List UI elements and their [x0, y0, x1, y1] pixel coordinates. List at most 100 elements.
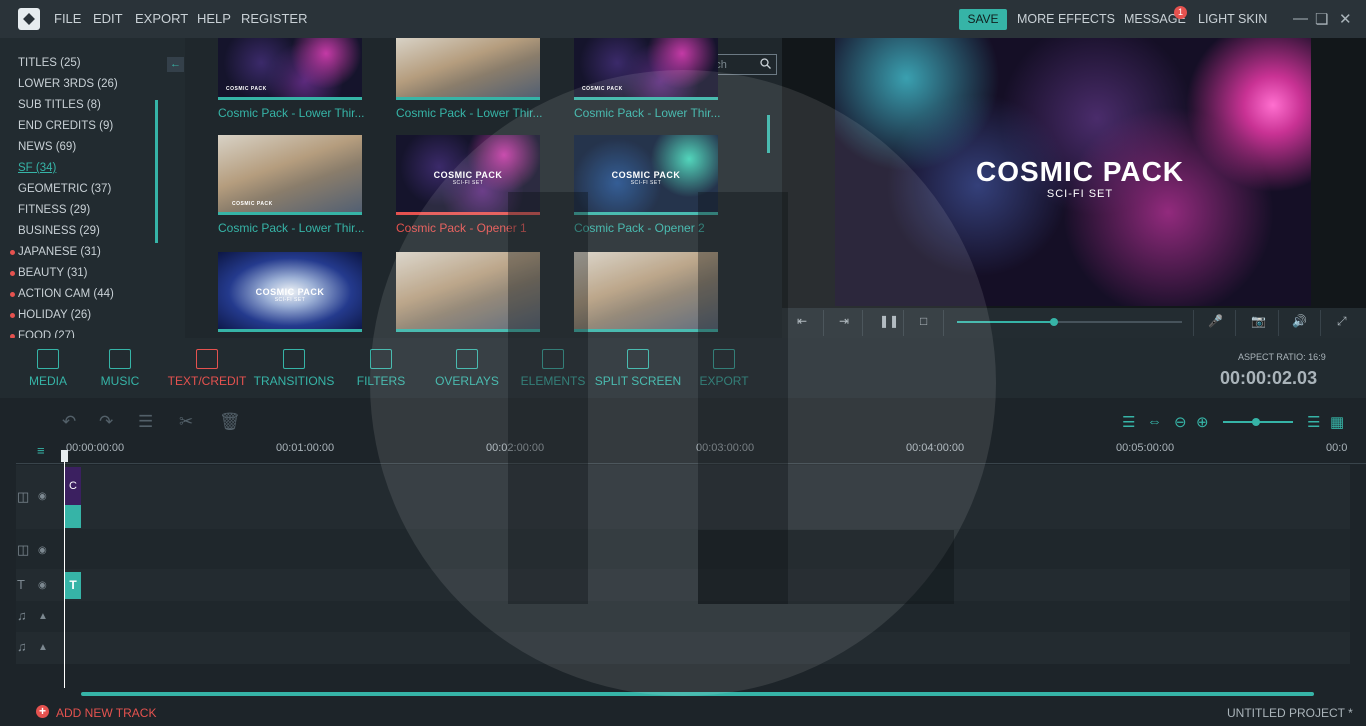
category-item[interactable]: END CREDITS (9) — [18, 120, 113, 132]
tool-export[interactable]: EXPORT — [674, 374, 774, 388]
template-thumbnail[interactable]: COSMIC PACK SCI-FI SET — [574, 135, 718, 215]
template-title[interactable]: Cosmic Pack - Opener 1 — [396, 221, 527, 235]
light-skin-link[interactable]: LIGHT SKIN — [1198, 12, 1267, 26]
menu-register[interactable]: REGISTER — [241, 11, 307, 26]
template-title[interactable]: Cosmic Pack - Lower Thir... — [574, 106, 720, 120]
text-clip[interactable]: T — [65, 572, 81, 599]
music-note-icon[interactable] — [109, 349, 131, 369]
cut-icon[interactable]: ✂ — [179, 412, 193, 432]
transitions-icon[interactable] — [283, 349, 305, 369]
menu-file[interactable]: FILE — [54, 11, 81, 26]
audio-track-2[interactable] — [16, 632, 1350, 664]
video-track[interactable] — [16, 465, 1350, 529]
zoom-handle[interactable] — [1252, 418, 1260, 426]
tool-transitions[interactable]: TRANSITIONS — [244, 374, 344, 388]
category-item[interactable]: SF (34) — [18, 162, 56, 174]
template-thumbnail[interactable]: COSMIC PACK — [574, 38, 718, 100]
collapse-panel-button[interactable]: ← — [167, 57, 184, 72]
delete-icon[interactable]: 🗑 — [219, 412, 241, 432]
stop-icon[interactable]: □ — [920, 314, 927, 328]
timeline-scrollbar[interactable] — [81, 692, 1314, 696]
folder-icon[interactable] — [37, 349, 59, 369]
category-item[interactable]: JAPANESE (31) — [10, 246, 101, 258]
text-track[interactable] — [16, 569, 1350, 601]
audio-mixer-icon[interactable]: ☰ — [1122, 413, 1135, 431]
category-item[interactable]: GEOMETRIC (37) — [18, 183, 111, 195]
menu-help[interactable]: HELP — [197, 11, 231, 26]
divider — [943, 310, 944, 336]
menu-export[interactable]: EXPORT — [135, 11, 188, 26]
template-title[interactable]: Cosmic Pack - Lower Thir... — [396, 106, 542, 120]
add-icon[interactable]: + — [36, 705, 49, 718]
zoom-in-icon[interactable]: ⊕ — [1196, 413, 1209, 431]
category-scrollbar[interactable] — [155, 100, 158, 243]
speaker-icon[interactable]: ▲ — [38, 642, 48, 653]
adjust-icon[interactable]: ☰ — [138, 412, 153, 432]
speaker-icon[interactable]: ▲ — [38, 611, 48, 622]
menu-edit[interactable]: EDIT — [93, 11, 123, 26]
skip-back-icon[interactable]: ⇤ — [797, 314, 807, 328]
close-icon[interactable]: ✕ — [1339, 10, 1352, 28]
storyboard-icon[interactable]: ▦ — [1330, 413, 1344, 431]
category-item[interactable]: SUB TITLES (8) — [18, 99, 101, 111]
playback-handle[interactable] — [1049, 318, 1058, 326]
template-thumbnail[interactable] — [396, 252, 540, 332]
template-thumbnail[interactable]: COSMIC PACK — [218, 38, 362, 100]
add-new-track-button[interactable]: ADD NEW TRACK — [56, 706, 156, 720]
zoom-out-icon[interactable]: ⊖ — [1174, 413, 1187, 431]
eye-icon[interactable]: ◉ — [38, 580, 47, 591]
template-thumbnail[interactable]: COSMIC PACK — [218, 135, 362, 215]
step-back-icon[interactable]: ⇥ — [839, 314, 849, 328]
template-thumbnail[interactable]: COSMIC PACK SCI-FI SET — [218, 252, 362, 332]
more-effects-link[interactable]: MORE EFFECTS — [1017, 12, 1115, 26]
category-item[interactable]: LOWER 3RDS (26) — [18, 78, 118, 90]
tool-music[interactable]: MUSIC — [70, 374, 170, 388]
eye-icon[interactable]: ◉ — [38, 545, 47, 556]
undo-icon[interactable]: ↶ — [62, 412, 76, 432]
category-item[interactable]: BUSINESS (29) — [18, 225, 100, 237]
microphone-icon[interactable]: 🎤 — [1208, 314, 1223, 328]
overlays-icon[interactable] — [456, 349, 478, 369]
fit-timeline-icon[interactable]: ⇔ — [1147, 413, 1162, 430]
category-label: FITNESS (29) — [18, 204, 91, 216]
eye-icon[interactable]: ◉ — [38, 491, 47, 502]
category-item[interactable]: HOLIDAY (26) — [10, 309, 91, 321]
maximize-icon[interactable]: ❏ — [1315, 10, 1328, 28]
category-label: TITLES (25) — [18, 57, 81, 69]
tool-text-credit[interactable]: TEXT/CREDIT — [157, 374, 257, 388]
list-view-icon[interactable]: ☰ — [1307, 413, 1320, 431]
audio-track-1[interactable] — [16, 601, 1350, 632]
tool-overlays[interactable]: OVERLAYS — [417, 374, 517, 388]
template-thumbnail[interactable] — [396, 38, 540, 100]
volume-icon[interactable]: 🔊 — [1292, 314, 1307, 328]
text-track-icon: T — [17, 577, 25, 592]
filters-icon[interactable] — [370, 349, 392, 369]
save-button[interactable]: SAVE — [959, 9, 1007, 30]
search-icon[interactable] — [760, 58, 771, 69]
snapshot-icon[interactable]: 📷 — [1251, 314, 1266, 328]
snap-icon[interactable]: ≡ — [37, 443, 45, 458]
template-title[interactable]: Cosmic Pack - Opener 2 — [574, 221, 705, 235]
pause-icon[interactable]: ❚❚ — [879, 314, 899, 328]
template-thumbnail[interactable] — [574, 252, 718, 332]
text-icon[interactable] — [196, 349, 218, 369]
export-icon[interactable] — [713, 349, 735, 369]
minimize-icon[interactable]: — — [1293, 10, 1308, 27]
split-screen-icon[interactable] — [627, 349, 649, 369]
category-item[interactable]: TITLES (25) — [18, 57, 81, 69]
tool-split-screen[interactable]: SPLIT SCREEN — [588, 374, 688, 388]
template-thumbnail[interactable]: COSMIC PACK SCI-FI SET — [396, 135, 540, 215]
category-item[interactable]: NEWS (69) — [18, 141, 76, 153]
category-item[interactable]: FITNESS (29) — [18, 204, 90, 216]
tool-filters[interactable]: FILTERS — [331, 374, 431, 388]
category-item[interactable]: BEAUTY (31) — [10, 267, 87, 279]
fullscreen-icon[interactable]: ⤢ — [1337, 314, 1347, 329]
template-title[interactable]: Cosmic Pack - Lower Thir... — [218, 221, 364, 235]
image-icon[interactable] — [542, 349, 564, 369]
redo-icon[interactable]: ↷ — [99, 412, 113, 432]
category-item[interactable]: ACTION CAM (44) — [10, 288, 114, 300]
template-title[interactable]: Cosmic Pack - Lower Thir... — [218, 106, 364, 120]
library-scrollbar[interactable] — [767, 115, 770, 153]
playhead-handle[interactable] — [61, 450, 68, 462]
pip-track[interactable] — [16, 529, 1350, 569]
